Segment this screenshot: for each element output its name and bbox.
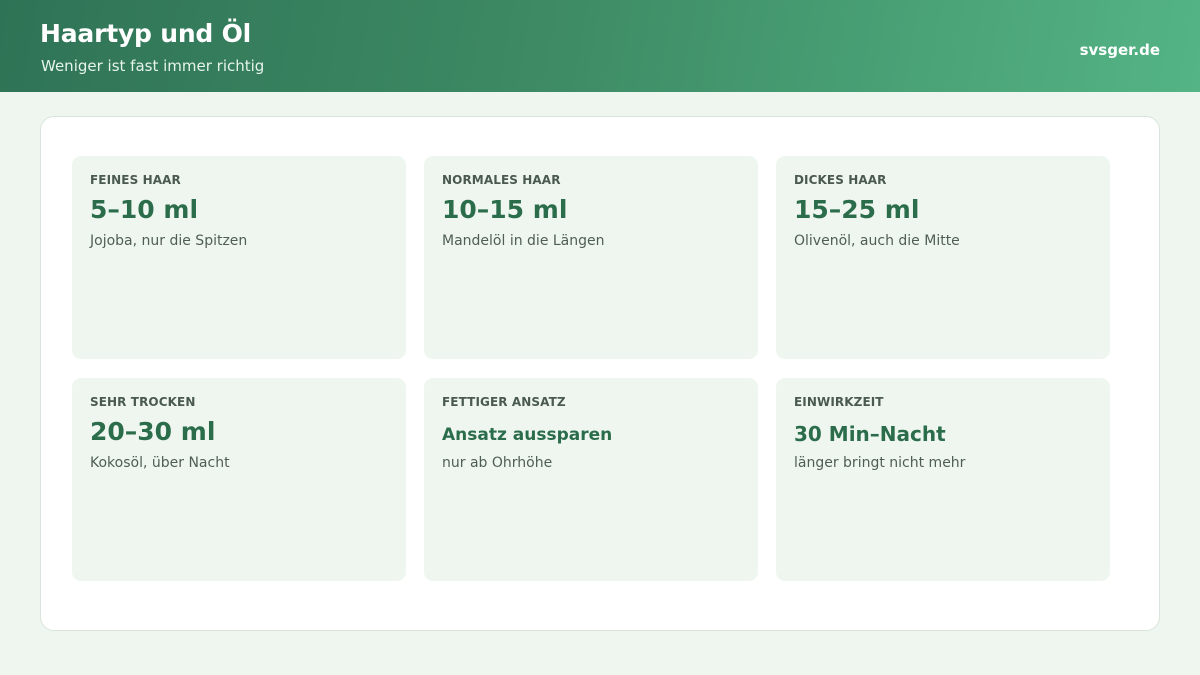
content-panel: FEINES HAAR 5–10 ml Jojoba, nur die Spit… bbox=[40, 116, 1160, 631]
card-label: DICKES HAAR bbox=[794, 173, 887, 187]
card-dickes-haar: DICKES HAAR 15–25 ml Olivenöl, auch die … bbox=[776, 156, 1110, 359]
card-feines-haar: FEINES HAAR 5–10 ml Jojoba, nur die Spit… bbox=[72, 156, 406, 359]
card-label: SEHR TROCKEN bbox=[90, 395, 196, 409]
card-value: 5–10 ml bbox=[90, 195, 199, 224]
card-description: Kokosöl, über Nacht bbox=[90, 455, 230, 471]
card-value: Ansatz aussparen bbox=[442, 425, 613, 445]
brand-link[interactable]: svsger.de bbox=[1080, 41, 1160, 59]
card-value: 15–25 ml bbox=[794, 195, 920, 224]
card-label: NORMALES HAAR bbox=[442, 173, 561, 187]
card-value: 20–30 ml bbox=[90, 417, 216, 446]
card-normales-haar: NORMALES HAAR 10–15 ml Mandelöl in die L… bbox=[424, 156, 758, 359]
card-description: Olivenöl, auch die Mitte bbox=[794, 233, 960, 249]
card-einwirkzeit: EINWIRKZEIT 30 Min–Nacht länger bringt n… bbox=[776, 378, 1110, 581]
card-value: 30 Min–Nacht bbox=[794, 422, 946, 446]
card-value: 10–15 ml bbox=[442, 195, 568, 224]
page-subtitle: Weniger ist fast immer richtig bbox=[41, 57, 265, 75]
card-description: nur ab Ohrhöhe bbox=[442, 455, 553, 471]
card-label: FETTIGER ANSATZ bbox=[442, 395, 566, 409]
card-description: Mandelöl in die Längen bbox=[442, 233, 605, 249]
page-title: Haartyp und Öl bbox=[40, 19, 252, 48]
card-fettiger-ansatz: FETTIGER ANSATZ Ansatz aussparen nur ab … bbox=[424, 378, 758, 581]
card-description: länger bringt nicht mehr bbox=[794, 455, 966, 471]
card-label: EINWIRKZEIT bbox=[794, 395, 884, 409]
card-description: Jojoba, nur die Spitzen bbox=[90, 233, 248, 249]
card-label: FEINES HAAR bbox=[90, 173, 181, 187]
header-banner: Haartyp und Öl Weniger ist fast immer ri… bbox=[0, 0, 1200, 92]
card-sehr-trocken: SEHR TROCKEN 20–30 ml Kokosöl, über Nach… bbox=[72, 378, 406, 581]
